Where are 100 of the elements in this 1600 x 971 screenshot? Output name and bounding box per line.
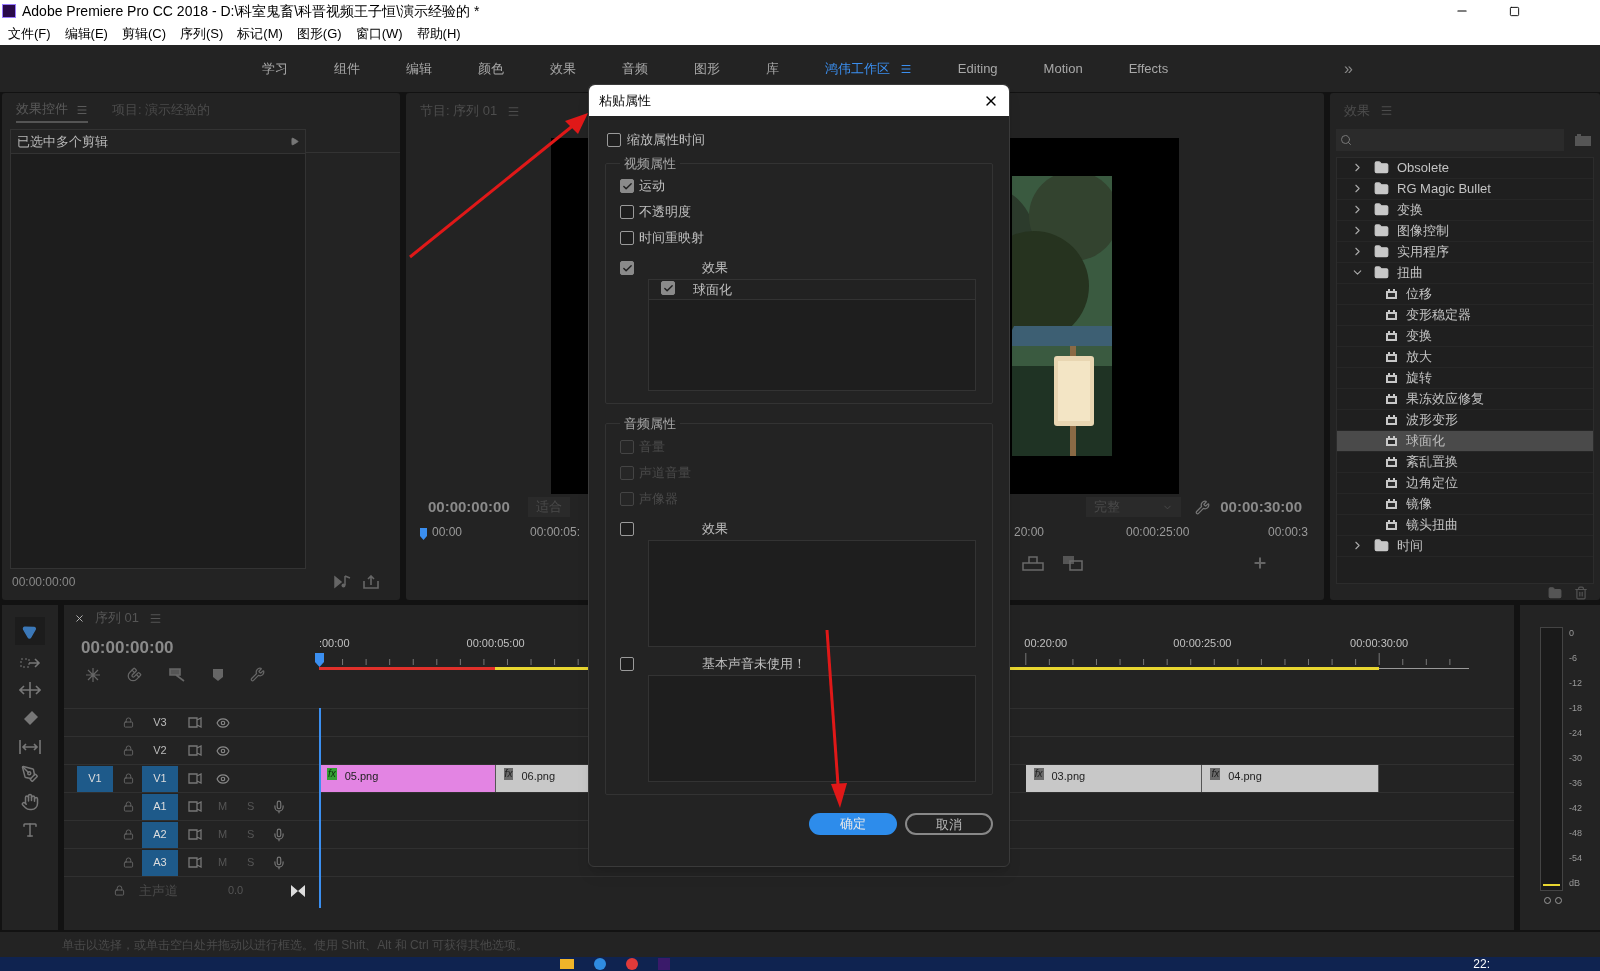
- checkbox[interactable]: [620, 205, 634, 219]
- compare-icon[interactable]: [1062, 555, 1084, 571]
- effect-item[interactable]: 旋转: [1337, 367, 1593, 389]
- linked-selection-icon[interactable]: [167, 666, 186, 683]
- delete-icon[interactable]: [1574, 586, 1588, 600]
- maximize-icon[interactable]: [1509, 5, 1520, 17]
- checkbox[interactable]: [620, 179, 634, 193]
- checkbox[interactable]: [607, 132, 621, 147]
- checkbox[interactable]: [620, 521, 634, 536]
- effect-folder[interactable]: 变换: [1337, 199, 1593, 221]
- workspace-tab[interactable]: 颜色: [477, 58, 504, 79]
- selection-tool[interactable]: [14, 617, 45, 645]
- playhead-marker-icon[interactable]: [314, 653, 324, 667]
- search-field[interactable]: [1336, 128, 1564, 151]
- menu-item[interactable]: 文件(F): [8, 23, 51, 44]
- settings-icon[interactable]: [1195, 499, 1211, 515]
- effect-folder[interactable]: 扭曲: [1337, 262, 1593, 284]
- panel-menu-icon[interactable]: [149, 611, 162, 625]
- cancel-button[interactable]: 取消: [905, 812, 993, 835]
- close-icon[interactable]: [73, 612, 85, 624]
- workspace-tab[interactable]: 图形: [693, 58, 720, 79]
- lock-icon[interactable]: [122, 801, 134, 812]
- effect-item[interactable]: 位移: [1337, 283, 1593, 305]
- lock-icon[interactable]: [113, 885, 125, 896]
- sync-lock-icon[interactable]: [187, 857, 202, 868]
- track-target[interactable]: V3: [141, 709, 178, 736]
- accelerated-effects-icon[interactable]: [1574, 132, 1592, 147]
- timeline-clip[interactable]: fx 04.png: [1202, 765, 1380, 792]
- track-target[interactable]: A1: [141, 793, 178, 820]
- effect-item[interactable]: 波形变形: [1337, 409, 1593, 431]
- checkbox[interactable]: [661, 281, 675, 296]
- lift-icon[interactable]: [1022, 555, 1044, 571]
- effect-item[interactable]: 镜像: [1337, 493, 1593, 515]
- effect-folder[interactable]: 实用程序: [1337, 241, 1593, 263]
- timeline-clip[interactable]: fx 05.png: [318, 765, 496, 792]
- track-target[interactable]: V1: [141, 765, 178, 792]
- lock-icon[interactable]: [122, 773, 134, 784]
- sync-lock-icon[interactable]: [187, 773, 202, 784]
- source-patch[interactable]: V1: [76, 765, 113, 792]
- effect-item[interactable]: 边角定位: [1337, 472, 1593, 494]
- ripple-edit-tool-icon[interactable]: [18, 681, 41, 699]
- effect-folder[interactable]: RG Magic Bullet: [1337, 178, 1593, 200]
- visibility-icon[interactable]: [215, 743, 230, 758]
- menu-item[interactable]: 帮助(H): [416, 23, 461, 44]
- track-target[interactable]: V2: [141, 737, 178, 764]
- workspace-tab[interactable]: 库: [765, 58, 779, 79]
- lock-icon[interactable]: [122, 745, 134, 756]
- effect-folder[interactable]: Obsolete: [1337, 157, 1593, 179]
- voiceover-icon[interactable]: [272, 827, 287, 842]
- workspace-tab[interactable]: Editing: [957, 58, 998, 79]
- expand-icon[interactable]: [290, 137, 299, 146]
- workspace-tab[interactable]: 音频: [621, 58, 648, 79]
- menu-item[interactable]: 序列(S): [180, 23, 224, 44]
- app-icon[interactable]: [626, 958, 638, 970]
- panel-menu-icon[interactable]: [76, 103, 88, 116]
- effect-item[interactable]: 紊乱置换: [1337, 451, 1593, 473]
- lock-icon[interactable]: [122, 857, 134, 868]
- sync-lock-icon[interactable]: [187, 801, 202, 812]
- workspace-tab[interactable]: 鸿伟工作区: [824, 58, 912, 79]
- panel-menu-icon[interactable]: [1380, 104, 1393, 118]
- lock-icon[interactable]: [122, 717, 134, 728]
- pen-tool-icon[interactable]: [20, 765, 39, 783]
- workspace-tab[interactable]: 学习: [261, 58, 288, 79]
- menu-item[interactable]: 图形(G): [296, 23, 342, 44]
- type-tool-icon[interactable]: [20, 821, 39, 839]
- checkbox[interactable]: [620, 656, 634, 671]
- sync-lock-icon[interactable]: [187, 717, 202, 728]
- snap-icon[interactable]: [126, 667, 142, 682]
- menu-item[interactable]: 窗口(W): [355, 23, 403, 44]
- workspace-tab[interactable]: 效果: [549, 58, 576, 79]
- workspace-tab[interactable]: 编辑: [405, 58, 432, 79]
- visibility-icon[interactable]: [215, 715, 230, 730]
- panel-menu-icon[interactable]: [507, 104, 521, 118]
- nest-icon[interactable]: [84, 666, 101, 683]
- sync-lock-icon[interactable]: [187, 745, 202, 756]
- effect-item[interactable]: 镜头扭曲: [1337, 514, 1593, 536]
- hand-tool-icon[interactable]: [20, 793, 39, 811]
- voiceover-icon[interactable]: [272, 855, 287, 870]
- browser-app-icon[interactable]: [594, 958, 606, 970]
- audio-icon[interactable]: [334, 575, 352, 589]
- track-target[interactable]: A2: [141, 821, 178, 848]
- track-target[interactable]: A3: [141, 849, 178, 876]
- sync-lock-icon[interactable]: [187, 829, 202, 840]
- workspace-menu-icon[interactable]: [899, 63, 912, 76]
- workspace-tab[interactable]: Effects: [1128, 58, 1169, 79]
- export-icon[interactable]: [362, 575, 380, 589]
- menu-item[interactable]: 编辑(E): [64, 23, 108, 44]
- effect-folder[interactable]: 图像控制: [1337, 220, 1593, 242]
- add-button-icon[interactable]: [1252, 555, 1268, 571]
- voiceover-icon[interactable]: [272, 799, 287, 814]
- lock-icon[interactable]: [122, 829, 134, 840]
- effect-item[interactable]: 果冻效应修复: [1337, 388, 1593, 410]
- workspace-overflow[interactable]: »: [1344, 56, 1353, 81]
- workspace-tab[interactable]: Motion: [1043, 58, 1083, 79]
- effect-item[interactable]: 放大: [1337, 346, 1593, 368]
- effect-item[interactable]: 球面化: [1337, 430, 1593, 452]
- workspace-tab[interactable]: 组件: [333, 58, 360, 79]
- visibility-icon[interactable]: [215, 771, 230, 786]
- menu-item[interactable]: 标记(M): [237, 23, 283, 44]
- checkbox[interactable]: [620, 261, 634, 275]
